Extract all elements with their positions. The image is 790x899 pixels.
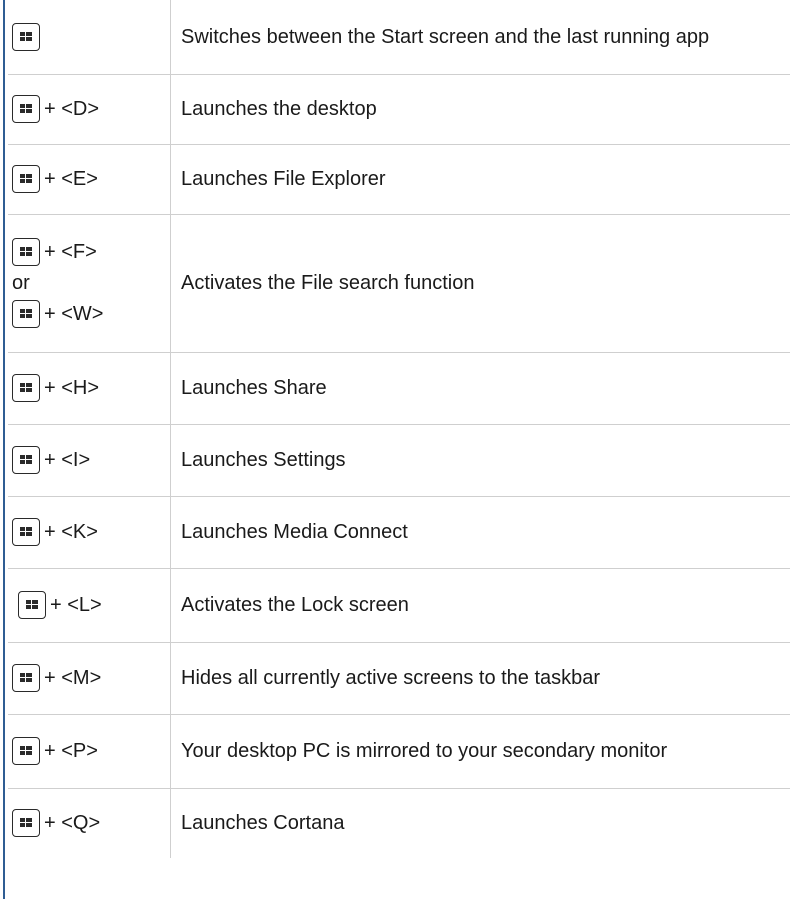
table-row: + <D> Launches the desktop	[8, 73, 790, 145]
key-combo-cell: + <P>	[8, 713, 171, 789]
key-combo: + <E>	[12, 165, 170, 193]
shortcut-description: Your desktop PC is mirrored to your seco…	[170, 713, 790, 789]
table-row: + <E> Launches File Explorer	[8, 143, 790, 215]
table-row: + <L> Activates the Lock screen	[8, 567, 790, 643]
key-combo-text: + <H>	[44, 377, 100, 399]
windows-key-icon	[12, 22, 40, 51]
key-combo-cell: + <H>	[8, 351, 171, 425]
key-combo-text: + <L>	[50, 594, 102, 616]
windows-key-icon	[12, 165, 40, 193]
windows-key-icon	[12, 374, 40, 402]
keyboard-shortcut-table: Switches between the Start screen and th…	[8, 0, 790, 858]
windows-key-icon	[12, 737, 40, 765]
table-row: + <F> or + <W> Activates the File search…	[8, 213, 790, 353]
key-combo: + <K>	[12, 518, 170, 546]
table-row: + <Q> Launches Cortana	[8, 787, 790, 858]
table-row: + <H> Launches Share	[8, 351, 790, 425]
shortcut-description: Switches between the Start screen and th…	[170, 0, 790, 75]
shortcut-description: Launches File Explorer	[170, 143, 790, 215]
windows-key-icon	[12, 95, 40, 123]
key-combo-cell: + <E>	[8, 143, 171, 215]
shortcut-description: Activates the Lock screen	[170, 567, 790, 643]
key-combo: + <L>	[18, 591, 170, 619]
key-combo-cell: + <K>	[8, 495, 171, 569]
key-combo-text: + <F>	[44, 241, 97, 263]
table-row: + <K> Launches Media Connect	[8, 495, 790, 569]
table-row: + <I> Launches Settings	[8, 423, 790, 497]
windows-key-icon	[12, 518, 40, 546]
key-combo: + <W>	[12, 300, 170, 328]
key-combo-cell: + <M>	[8, 641, 171, 715]
windows-key-icon	[12, 300, 40, 328]
windows-key-icon	[12, 664, 40, 692]
key-combo: + <I>	[12, 446, 170, 474]
key-combo-text: + <W>	[44, 303, 104, 325]
key-combo: + <Q>	[12, 809, 170, 838]
key-combo-text: + <E>	[44, 168, 98, 190]
key-combo-cell: + <L>	[8, 567, 171, 643]
key-combo: + <H>	[12, 374, 170, 402]
shortcut-page: Switches between the Start screen and th…	[0, 0, 790, 899]
key-combo-text: + <Q>	[44, 812, 101, 835]
key-combo: + <M>	[12, 664, 170, 692]
or-separator: or	[12, 272, 30, 294]
windows-key-icon	[18, 591, 46, 619]
key-combo-text: + <D>	[44, 98, 100, 120]
shortcut-description: Launches Share	[170, 351, 790, 425]
table-row: Switches between the Start screen and th…	[8, 0, 790, 75]
table-row: + <M> Hides all currently active screens…	[8, 641, 790, 715]
key-combo-text: + <P>	[44, 740, 98, 762]
key-combo: + <P>	[12, 737, 170, 765]
windows-key-icon	[12, 238, 40, 266]
key-combo-cell: + <D>	[8, 73, 171, 145]
key-combo	[12, 22, 170, 51]
key-combo-cell: + <F> or + <W>	[8, 213, 171, 353]
key-combo-cell: + <Q>	[8, 787, 171, 858]
table-row: + <P> Your desktop PC is mirrored to you…	[8, 713, 790, 789]
shortcut-description: Hides all currently active screens to th…	[170, 641, 790, 715]
shortcut-description: Launches Settings	[170, 423, 790, 497]
shortcut-description: Launches the desktop	[170, 73, 790, 145]
key-combo-text: + <I>	[44, 449, 91, 471]
shortcut-description: Launches Media Connect	[170, 495, 790, 569]
key-combo-text: + <K>	[44, 521, 98, 543]
key-combo-text: + <M>	[44, 667, 102, 689]
key-combo-cell	[8, 0, 171, 75]
key-combo-cell: + <I>	[8, 423, 171, 497]
key-combo: + <F>	[12, 238, 170, 266]
shortcut-description: Launches Cortana	[170, 787, 790, 858]
windows-key-icon	[12, 809, 40, 838]
left-accent-rule	[3, 0, 5, 899]
key-combo: + <D>	[12, 95, 170, 123]
shortcut-description: Activates the File search function	[170, 213, 790, 353]
windows-key-icon	[12, 446, 40, 474]
